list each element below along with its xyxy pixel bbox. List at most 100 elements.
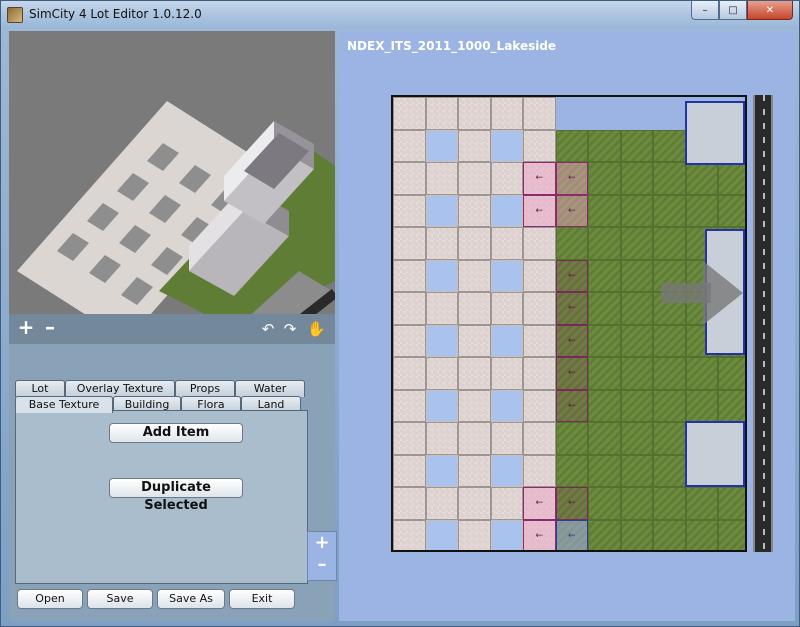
lot-cell[interactable]: [458, 487, 491, 520]
lot-cell[interactable]: [653, 454, 686, 487]
lot-cell[interactable]: [458, 292, 491, 325]
lot-cell[interactable]: [490, 259, 523, 292]
lot-cell[interactable]: [425, 162, 458, 195]
lot-cell[interactable]: [425, 227, 458, 260]
lot-cell[interactable]: [653, 422, 686, 455]
lot-cell[interactable]: [490, 487, 523, 520]
lot-cell[interactable]: [425, 487, 458, 520]
lot-cell[interactable]: [425, 454, 458, 487]
lot-cell[interactable]: [393, 357, 426, 390]
lot-cell[interactable]: [425, 129, 458, 162]
lot-cell[interactable]: [620, 487, 653, 520]
hand-icon[interactable]: ✋: [307, 320, 326, 338]
lot-cell[interactable]: [588, 422, 621, 455]
lot-grid[interactable]: ← ← ← ← ← ← ← ← ← ← ← ← ←: [391, 95, 747, 552]
lot-cell[interactable]: [653, 194, 686, 227]
lot-cell[interactable]: [490, 357, 523, 390]
lot-cell[interactable]: [393, 389, 426, 422]
add-item-button[interactable]: Add Item: [109, 423, 243, 443]
lot-cell[interactable]: [653, 227, 686, 260]
tab-water[interactable]: Water: [235, 380, 305, 397]
lot-zoom-in-button[interactable]: +: [308, 532, 336, 554]
lot-cell[interactable]: [425, 292, 458, 325]
lot-cell[interactable]: [523, 357, 556, 390]
highlighted-cell[interactable]: ←: [555, 389, 588, 422]
lot-cell[interactable]: [523, 97, 556, 130]
rotate-right-icon[interactable]: ↷: [281, 320, 299, 338]
lot-cell[interactable]: [620, 129, 653, 162]
lot-cell[interactable]: [458, 324, 491, 357]
highlighted-cell[interactable]: ←: [555, 292, 588, 325]
lot-cell[interactable]: [555, 422, 588, 455]
lot-cell[interactable]: [523, 324, 556, 357]
lot-cell[interactable]: [588, 454, 621, 487]
lot-cell[interactable]: [653, 487, 686, 520]
lot-3d-preview[interactable]: [9, 31, 335, 343]
lot-cell[interactable]: [523, 259, 556, 292]
duplicate-selected-button[interactable]: Duplicate Selected: [109, 478, 243, 513]
lot-cell[interactable]: [490, 194, 523, 227]
lot-cell[interactable]: [393, 487, 426, 520]
lot-cell[interactable]: [620, 422, 653, 455]
lot-cell[interactable]: [523, 227, 556, 260]
lot-cell[interactable]: [458, 259, 491, 292]
lot-cell[interactable]: [685, 487, 718, 520]
highlighted-cell[interactable]: ←: [523, 194, 556, 227]
lot-cell[interactable]: [425, 389, 458, 422]
lot-cell[interactable]: [620, 357, 653, 390]
lot-cell[interactable]: [588, 259, 621, 292]
lot-cell[interactable]: [458, 357, 491, 390]
lot-cell[interactable]: [458, 194, 491, 227]
building-footprint[interactable]: [685, 421, 745, 487]
lot-cell[interactable]: [490, 162, 523, 195]
lot-cell[interactable]: [588, 194, 621, 227]
lot-cell[interactable]: [490, 454, 523, 487]
lot-cell[interactable]: [458, 97, 491, 130]
lot-cell[interactable]: [620, 194, 653, 227]
rotate-left-icon[interactable]: ↶: [259, 320, 277, 338]
lot-cell[interactable]: [620, 292, 653, 325]
lot-cell[interactable]: [490, 292, 523, 325]
lot-cell[interactable]: [490, 129, 523, 162]
tab-base-texture[interactable]: Base Texture: [15, 396, 113, 413]
maximize-button[interactable]: □: [719, 1, 747, 20]
lot-cell[interactable]: [393, 227, 426, 260]
lot-cell[interactable]: [718, 162, 745, 195]
lot-cell[interactable]: [458, 129, 491, 162]
lot-cell[interactable]: [620, 389, 653, 422]
lot-cell[interactable]: [425, 97, 458, 130]
lot-cell[interactable]: [425, 259, 458, 292]
lot-cell[interactable]: [588, 162, 621, 195]
exit-button[interactable]: Exit: [229, 589, 295, 609]
lot-cell[interactable]: [588, 487, 621, 520]
minimize-button[interactable]: –: [691, 1, 719, 20]
lot-cell[interactable]: [393, 97, 426, 130]
lot-cell[interactable]: [393, 194, 426, 227]
lot-cell[interactable]: [393, 292, 426, 325]
lot-cell[interactable]: [620, 162, 653, 195]
lot-cell[interactable]: [620, 454, 653, 487]
lot-cell[interactable]: [588, 357, 621, 390]
lot-cell[interactable]: [490, 97, 523, 130]
highlighted-cell[interactable]: ←: [555, 357, 588, 390]
highlighted-cell[interactable]: ←: [555, 519, 588, 550]
lot-cell[interactable]: [620, 519, 653, 550]
lot-cell[interactable]: [490, 227, 523, 260]
lot-cell[interactable]: [718, 519, 745, 550]
close-button[interactable]: ✕: [747, 1, 793, 20]
lot-cell[interactable]: [588, 227, 621, 260]
lot-cell[interactable]: [393, 422, 426, 455]
lot-cell[interactable]: [718, 357, 745, 390]
lot-cell[interactable]: [523, 422, 556, 455]
highlighted-cell[interactable]: ←: [523, 487, 556, 520]
lot-cell[interactable]: [458, 519, 491, 550]
lot-cell[interactable]: [588, 519, 621, 550]
lot-cell[interactable]: [685, 389, 718, 422]
lot-cell[interactable]: [685, 162, 718, 195]
lot-cell[interactable]: [393, 259, 426, 292]
lot-cell[interactable]: [620, 259, 653, 292]
highlighted-cell[interactable]: ←: [555, 324, 588, 357]
lot-cell[interactable]: [653, 162, 686, 195]
lot-cell[interactable]: [588, 324, 621, 357]
lot-cell[interactable]: [620, 227, 653, 260]
